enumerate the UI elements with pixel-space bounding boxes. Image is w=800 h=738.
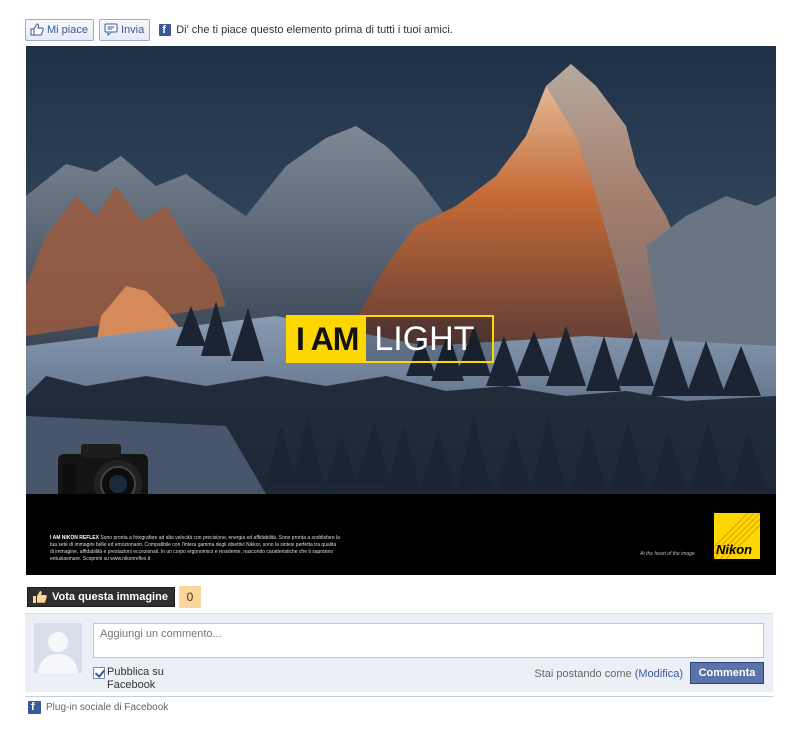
tag-light: LIGHT (366, 317, 493, 361)
like-button[interactable]: Mi piace (25, 18, 94, 41)
facebook-logo-icon: f (28, 701, 41, 714)
posting-as: Stai postando come (Modifica) (534, 668, 683, 680)
publish-label: Pubblica su Facebook (107, 666, 164, 691)
publish-on-facebook[interactable]: Pubblica su Facebook (93, 666, 193, 692)
thumbs-up-icon (30, 23, 44, 36)
send-icon (104, 23, 118, 36)
vote-button[interactable]: Vota questa immagine (27, 587, 175, 607)
send-button[interactable]: Invia (98, 18, 151, 41)
posting-as-text: Stai postando come (534, 668, 632, 680)
default-avatar-icon (34, 623, 82, 673)
comment-input[interactable] (93, 623, 764, 658)
ad-slogan: At the heart of the image (640, 551, 695, 557)
tag-i-am: I AM (288, 317, 367, 361)
publish-checkbox[interactable] (93, 667, 105, 679)
divider (25, 696, 773, 697)
plugin-label[interactable]: Plug-in sociale di Facebook (46, 702, 168, 713)
vote-count: 0 (178, 586, 201, 608)
like-bar: Mi piace Invia f Di' che ti piace questo… (25, 18, 453, 41)
nikon-logo: Nikon (714, 513, 760, 559)
avatar (34, 623, 82, 673)
comment-submit-button[interactable]: Commenta (690, 662, 764, 684)
plugin-footer: f Plug-in sociale di Facebook (28, 701, 168, 714)
i-am-light-tag: I AM LIGHT (286, 315, 495, 363)
nikon-logo-text: Nikon (716, 542, 753, 557)
send-label: Invia (120, 23, 145, 36)
ad-copy-heading: I AM NIKON REFLEX (50, 535, 99, 541)
comment-box: Pubblica su Facebook Stai postando come … (25, 613, 773, 692)
like-promo-text: Di' che ti piace questo elemento prima d… (176, 23, 453, 36)
edit-link[interactable]: (Modifica) (635, 668, 683, 680)
like-label: Mi piace (47, 23, 88, 36)
ad-copy-text: I AM NIKON REFLEX Sono pronta a fotograf… (50, 535, 340, 563)
vote-label: Vota questa immagine (52, 591, 168, 603)
thumbs-up-icon (33, 591, 47, 603)
vote-widget: Vota questa immagine 0 (27, 586, 201, 608)
facebook-logo-icon: f (159, 23, 172, 36)
nikon-ad-image: I AM LIGHT I AM NIKON REFLEX Sono pronta… (26, 46, 776, 575)
